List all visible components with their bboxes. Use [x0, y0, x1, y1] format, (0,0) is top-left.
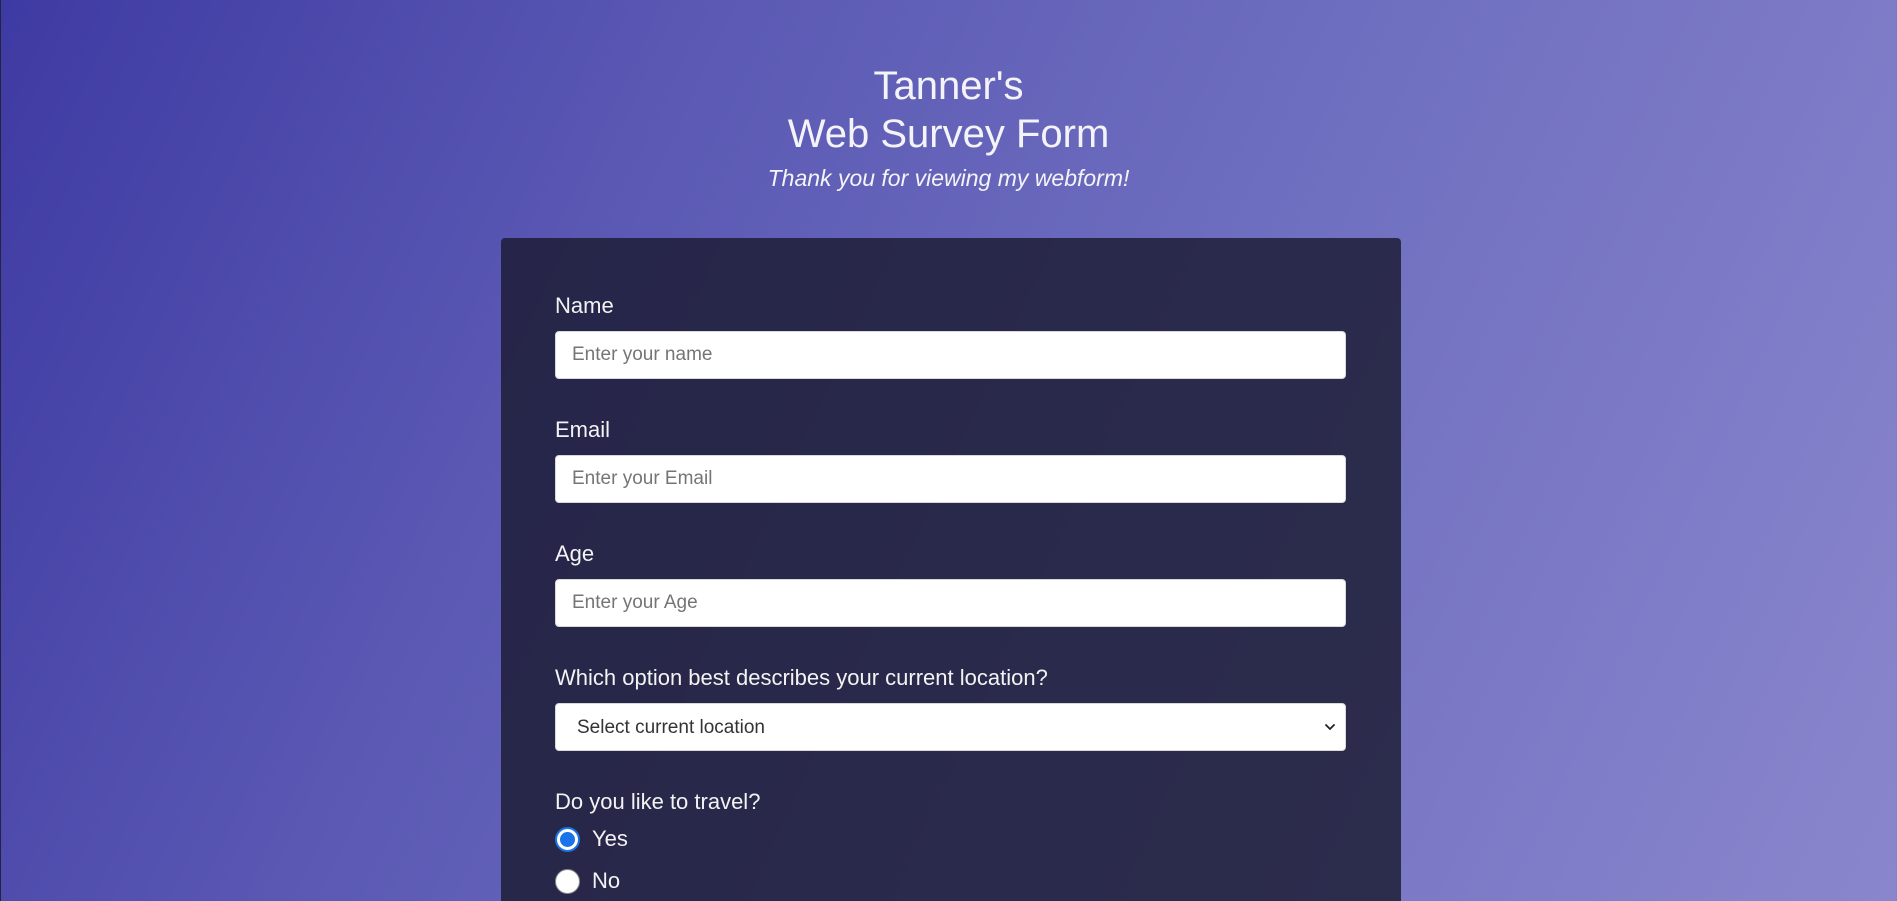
email-label: Email	[555, 417, 611, 442]
travel-option-no[interactable]: No	[555, 863, 1346, 899]
travel-group: Do you like to travel? Yes No	[555, 789, 1346, 899]
survey-form-card: Name Email Age Which option best describ…	[501, 238, 1401, 901]
location-group: Which option best describes your current…	[555, 665, 1346, 751]
age-label: Age	[555, 541, 595, 566]
location-selected-value: Select current location	[577, 717, 765, 738]
radio-yes-label: Yes	[592, 826, 628, 851]
page-title-line2: Web Survey Form	[787, 112, 1110, 156]
page-title: Tanner's Web Survey Form	[0, 0, 1897, 158]
age-group: Age	[555, 541, 1346, 627]
travel-label: Do you like to travel?	[555, 789, 761, 814]
email-group: Email	[555, 417, 1346, 503]
name-input[interactable]	[555, 331, 1346, 379]
age-input[interactable]	[555, 579, 1346, 627]
radio-no-label: No	[592, 868, 621, 893]
chevron-down-icon	[1325, 724, 1335, 730]
email-input[interactable]	[555, 455, 1346, 503]
radio-no[interactable]	[555, 868, 580, 894]
name-group: Name	[555, 293, 1346, 379]
page-subtitle: Thank you for viewing my webform!	[767, 165, 1130, 191]
radio-yes[interactable]	[555, 826, 580, 852]
name-label: Name	[555, 293, 614, 318]
page-title-line1: Tanner's	[873, 64, 1024, 108]
page-header: Tanner's Web Survey Form Thank you for v…	[0, 0, 1897, 192]
travel-option-yes[interactable]: Yes	[555, 821, 1346, 857]
location-label: Which option best describes your current…	[555, 665, 1048, 690]
location-select[interactable]: Select current location	[555, 703, 1346, 751]
